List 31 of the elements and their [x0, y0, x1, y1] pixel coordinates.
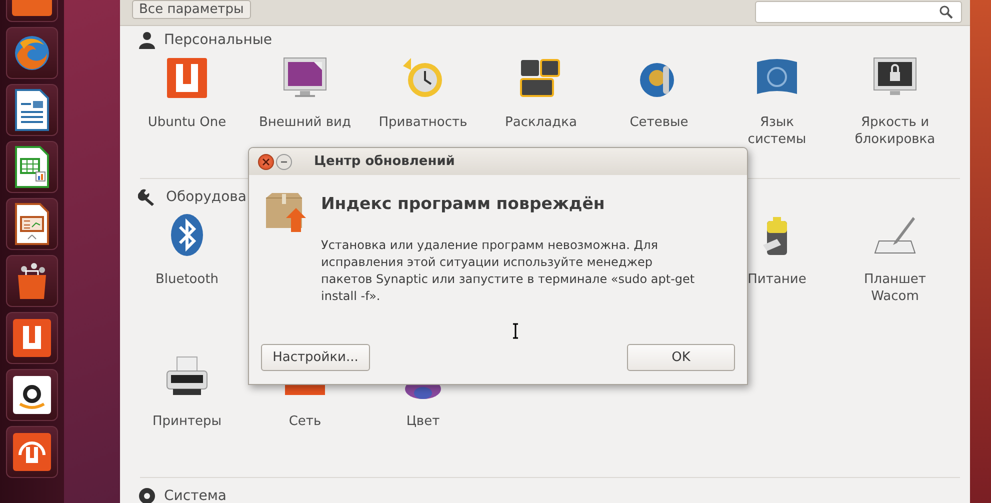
dialog-message: Установка или удаление программ невозможна. Для исправления этой ситуации используйте менеджер пакетов Synaptic или запустите в терминале «sudo apt-get install -f». [321, 237, 695, 305]
dialog-title: Центр обновлений [314, 154, 455, 169]
settings-item-label: Сетевые [630, 114, 688, 131]
settings-item[interactable]: Язык системы [718, 56, 836, 178]
section-title: Персональные [164, 32, 272, 48]
settings-item-label: Bluetooth [155, 271, 219, 288]
settings-item-label: Планшет Wacom [864, 271, 926, 305]
settings-item-label: Сеть [288, 413, 322, 430]
settings-item[interactable]: Принтеры [128, 355, 246, 477]
settings-item-label: Цвет [406, 413, 440, 430]
settings-item-label: Питание [748, 271, 806, 288]
settings-item[interactable]: Планшет Wacom [836, 213, 954, 335]
settings-item[interactable]: Ubuntu One [128, 56, 246, 178]
settings-item-label: Раскладка [505, 114, 577, 131]
settings-item[interactable]: Питание [718, 213, 836, 335]
dialog-button[interactable]: OK [627, 344, 735, 371]
settings-item-label: Принтеры [152, 413, 222, 430]
dialog-button[interactable]: Настройки... [261, 344, 370, 371]
settings-item-label: Приватность [378, 114, 468, 131]
settings-item-label: Ubuntu One [148, 114, 226, 131]
section-title: Система [164, 488, 226, 503]
section-title: Оборудова [166, 189, 246, 205]
all-settings-button[interactable]: Все параметры [132, 0, 251, 19]
settings-item-label: Внешний вид [259, 114, 351, 131]
settings-item[interactable]: Раскладка [482, 56, 600, 178]
dialog-heading: Индекс программ повреждён [321, 194, 606, 213]
settings-item[interactable]: Сетевые [600, 56, 718, 178]
settings-item-label: Яркость и блокировка [854, 114, 936, 148]
settings-item-label: Язык системы [748, 114, 806, 148]
settings-item[interactable]: Яркость и блокировка [836, 56, 954, 178]
settings-item[interactable]: Bluetooth [128, 213, 246, 335]
